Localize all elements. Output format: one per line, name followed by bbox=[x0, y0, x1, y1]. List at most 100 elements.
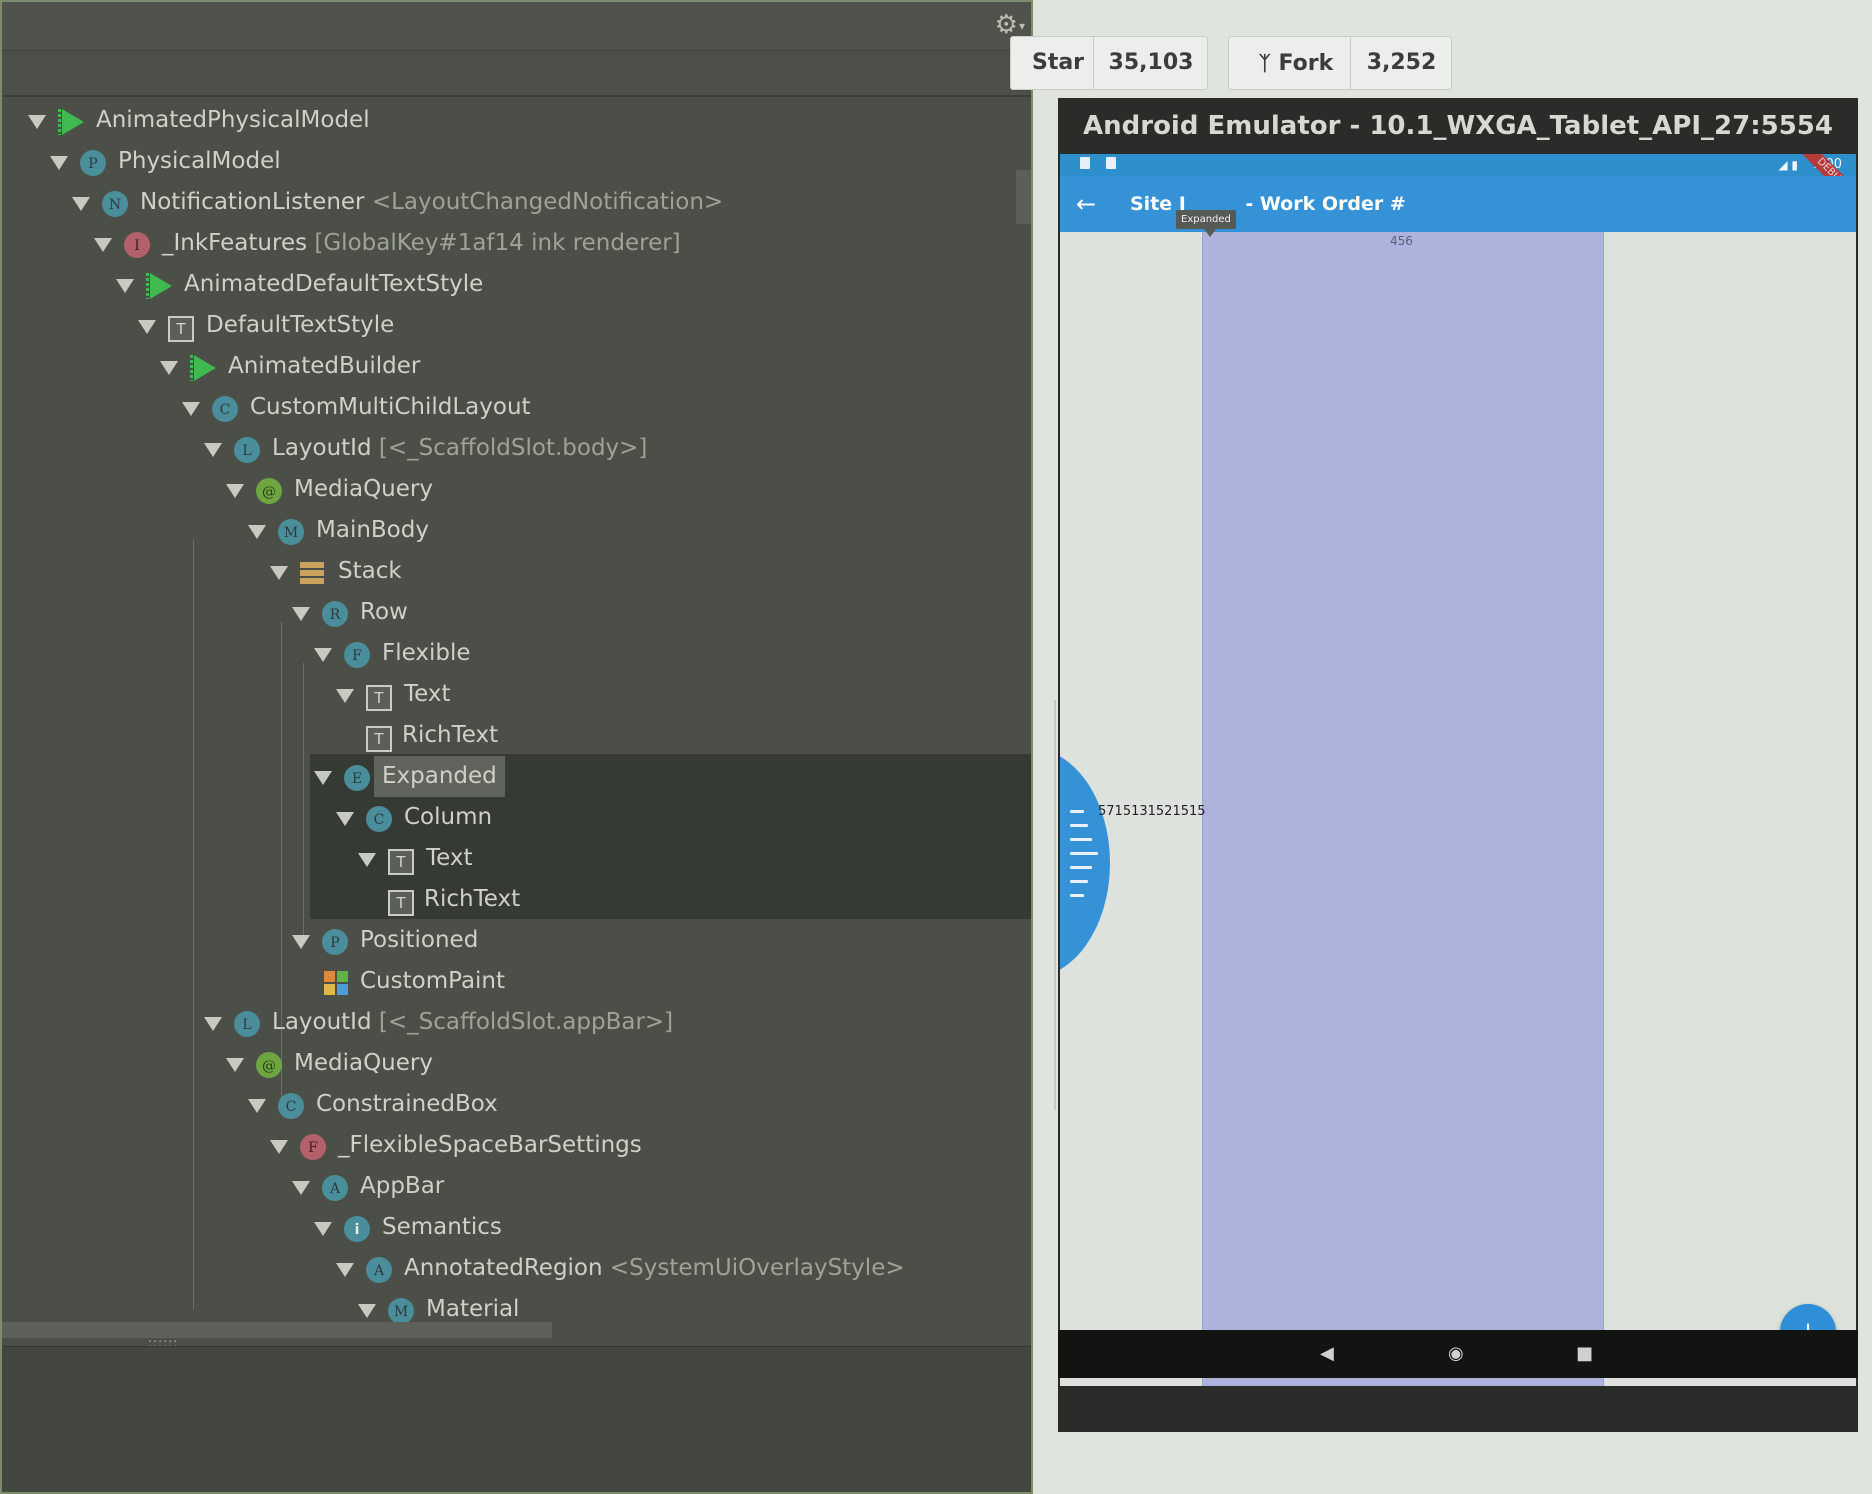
expand-arrow-icon[interactable] bbox=[358, 1304, 376, 1318]
top-number-text: 456 bbox=[1390, 234, 1413, 248]
expand-arrow-icon[interactable] bbox=[182, 402, 200, 416]
vertical-scrollbar[interactable] bbox=[1016, 170, 1031, 224]
tree-node-constrainedbox[interactable]: C ConstrainedBox bbox=[2, 1084, 1031, 1125]
nav-home-icon[interactable]: ◉ bbox=[1448, 1340, 1464, 1368]
tree-node-layoutid[interactable]: L LayoutId [<_ScaffoldSlot.body>] bbox=[2, 428, 1031, 469]
horizontal-scrollbar[interactable] bbox=[2, 1322, 552, 1338]
fork-label[interactable]: ᛉ Fork bbox=[1241, 37, 1351, 89]
expand-arrow-icon[interactable] bbox=[226, 1058, 244, 1072]
expanded-highlight bbox=[1202, 232, 1604, 1386]
tree-node-column[interactable]: C Column bbox=[2, 797, 1031, 838]
tree-node-appbar[interactable]: A AppBar bbox=[2, 1166, 1031, 1207]
tree-node-richtext[interactable]: T RichText bbox=[2, 715, 1031, 756]
circle-cyan-icon: C bbox=[278, 1093, 304, 1119]
text-box-icon: T bbox=[388, 890, 414, 916]
expand-arrow-icon[interactable] bbox=[292, 1181, 310, 1195]
emulator-title: Android Emulator - 10.1_WXGA_Tablet_API_… bbox=[1083, 111, 1833, 141]
circle-cyan-icon: P bbox=[322, 929, 348, 955]
expand-arrow-icon[interactable] bbox=[314, 771, 332, 785]
tree-node-text: MainBody bbox=[316, 510, 429, 551]
tree-node-animatedbuilder[interactable]: AnimatedBuilder bbox=[2, 346, 1031, 387]
star-button[interactable]: Star 35,103 bbox=[1010, 36, 1208, 90]
expand-arrow-icon[interactable] bbox=[72, 197, 90, 211]
tree-node-positioned[interactable]: P Positioned bbox=[2, 920, 1031, 961]
back-arrow-icon[interactable]: ← bbox=[1076, 176, 1096, 232]
fork-count[interactable]: 3,252 bbox=[1351, 37, 1452, 89]
expand-arrow-icon[interactable] bbox=[116, 279, 134, 293]
tree-node-text: Text bbox=[426, 838, 473, 879]
tree-node-text: MediaQuery bbox=[294, 1043, 433, 1084]
expand-arrow-icon[interactable] bbox=[138, 320, 156, 334]
expand-arrow-icon[interactable] bbox=[292, 935, 310, 949]
tree-node-layoutid[interactable]: L LayoutId [<_ScaffoldSlot.appBar>] bbox=[2, 1002, 1031, 1043]
tree-node-text: LayoutId [<_ScaffoldSlot.body>] bbox=[272, 428, 647, 469]
expand-arrow-icon[interactable] bbox=[50, 156, 68, 170]
circle-cyan-icon: L bbox=[234, 437, 260, 463]
tree-node-physicalmodel[interactable]: P PhysicalModel bbox=[2, 141, 1031, 182]
notification-icon bbox=[1080, 157, 1090, 169]
expand-arrow-icon[interactable] bbox=[314, 1222, 332, 1236]
expand-arrow-icon[interactable] bbox=[358, 853, 376, 867]
tree-node-annotatedregion[interactable]: A AnnotatedRegion <SystemUiOverlayStyle> bbox=[2, 1248, 1031, 1289]
menu-line bbox=[1070, 838, 1092, 841]
expand-arrow-icon[interactable] bbox=[292, 607, 310, 621]
tree-node-mediaquery[interactable]: @ MediaQuery bbox=[2, 1043, 1031, 1084]
tree-node-animateddefaulttextstyle[interactable]: AnimatedDefaultTextStyle bbox=[2, 264, 1031, 305]
tree-node-inkfeatures[interactable]: I _InkFeatures [GlobalKey#1af14 ink rende… bbox=[2, 223, 1031, 264]
tree-node-richtext[interactable]: T RichText bbox=[2, 879, 1031, 920]
side-drawer-handle[interactable] bbox=[1060, 748, 1110, 978]
expand-arrow-icon[interactable] bbox=[336, 812, 354, 826]
tree-node-text[interactable]: T Text bbox=[2, 674, 1031, 715]
nav-recents-icon[interactable]: ■ bbox=[1576, 1340, 1593, 1368]
fork-button[interactable]: ᛉ Fork 3,252 bbox=[1228, 36, 1452, 90]
tree-node-row[interactable]: R Row bbox=[2, 592, 1031, 633]
menu-line bbox=[1070, 866, 1092, 869]
tree-node-mainbody[interactable]: M MainBody bbox=[2, 510, 1031, 551]
expand-arrow-icon[interactable] bbox=[226, 484, 244, 498]
app-bar: ← Site I - Work Order # Expanded bbox=[1060, 176, 1856, 237]
expand-arrow-icon[interactable] bbox=[204, 1017, 222, 1031]
expand-arrow-icon[interactable] bbox=[248, 1099, 266, 1113]
circle-cyan-icon: M bbox=[278, 519, 304, 545]
tree-node-mediaquery[interactable]: @ MediaQuery bbox=[2, 469, 1031, 510]
tree-node-label: Column bbox=[404, 804, 493, 830]
tree-node-notificationlistener[interactable]: N NotificationListener <LayoutChangedNoti… bbox=[2, 182, 1031, 223]
tree-node-text: Stack bbox=[338, 551, 402, 592]
star-count[interactable]: 35,103 bbox=[1094, 37, 1208, 89]
play-icon bbox=[190, 355, 216, 381]
tree-node-label: CustomMultiChildLayout bbox=[250, 394, 531, 420]
expand-arrow-icon[interactable] bbox=[94, 238, 112, 252]
tree-node-flexiblespacebarsettings[interactable]: F _FlexibleSpaceBarSettings bbox=[2, 1125, 1031, 1166]
tree-node-label: MainBody bbox=[316, 517, 429, 543]
expand-arrow-icon[interactable] bbox=[160, 361, 178, 375]
expand-arrow-icon[interactable] bbox=[270, 566, 288, 580]
text-box-icon: T bbox=[388, 849, 414, 875]
circle-cyan-icon: E bbox=[344, 765, 370, 791]
expand-arrow-icon[interactable] bbox=[28, 115, 46, 129]
tree-node-stack[interactable]: Stack bbox=[2, 551, 1031, 592]
expand-arrow-icon[interactable] bbox=[248, 525, 266, 539]
tree-node-text[interactable]: T Text bbox=[2, 838, 1031, 879]
device-screen: 456 5715131521515 ◢ ▮ 1:00 DEBUG ← Site … bbox=[1060, 154, 1856, 1386]
tree-node-label: AnnotatedRegion bbox=[404, 1255, 603, 1281]
expand-arrow-icon[interactable] bbox=[336, 689, 354, 703]
tree-node-text: CustomMultiChildLayout bbox=[250, 387, 531, 428]
tree-node-expanded[interactable]: E Expanded bbox=[2, 756, 1031, 797]
expand-arrow-icon[interactable] bbox=[314, 648, 332, 662]
tree-node-label: LayoutId bbox=[272, 1009, 372, 1035]
nav-back-icon[interactable]: ◀ bbox=[1320, 1340, 1334, 1368]
tree-node-custompaint[interactable]: CustomPaint bbox=[2, 961, 1031, 1002]
expand-arrow-icon[interactable] bbox=[270, 1140, 288, 1154]
tree-node-text: Semantics bbox=[382, 1207, 502, 1248]
tree-node-text: ConstrainedBox bbox=[316, 1084, 498, 1125]
tree-node-flexible[interactable]: F Flexible bbox=[2, 633, 1031, 674]
tree-node-custommultichildlayout[interactable]: C CustomMultiChildLayout bbox=[2, 387, 1031, 428]
tree-node-animatedphysicalmodel[interactable]: AnimatedPhysicalModel bbox=[2, 100, 1031, 141]
expand-arrow-icon[interactable] bbox=[204, 443, 222, 457]
tree-node-semantics[interactable]: i Semantics bbox=[2, 1207, 1031, 1248]
tree-node-defaulttextstyle[interactable]: T DefaultTextStyle bbox=[2, 305, 1031, 346]
expand-arrow-icon[interactable] bbox=[336, 1263, 354, 1277]
star-label[interactable]: Star bbox=[1029, 37, 1087, 89]
sd-card-icon bbox=[1106, 157, 1116, 169]
text-box-icon: T bbox=[366, 726, 392, 752]
